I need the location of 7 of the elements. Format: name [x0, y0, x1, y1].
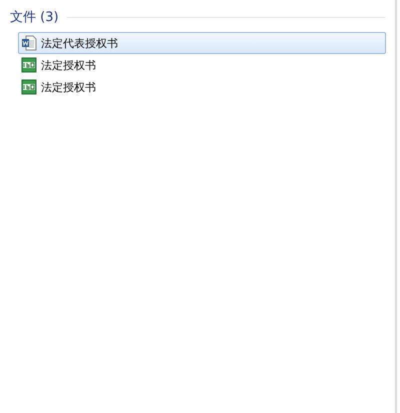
image-file-icon [21, 79, 37, 95]
group-title: 文件 (3) [10, 9, 59, 26]
document-icon [21, 35, 37, 51]
image-file-icon [21, 57, 37, 73]
file-item[interactable]: 法定授权书 [18, 54, 386, 76]
file-item[interactable]: 法定授权书 [18, 76, 386, 98]
file-item[interactable]: 法定代表授权书 [18, 32, 386, 54]
